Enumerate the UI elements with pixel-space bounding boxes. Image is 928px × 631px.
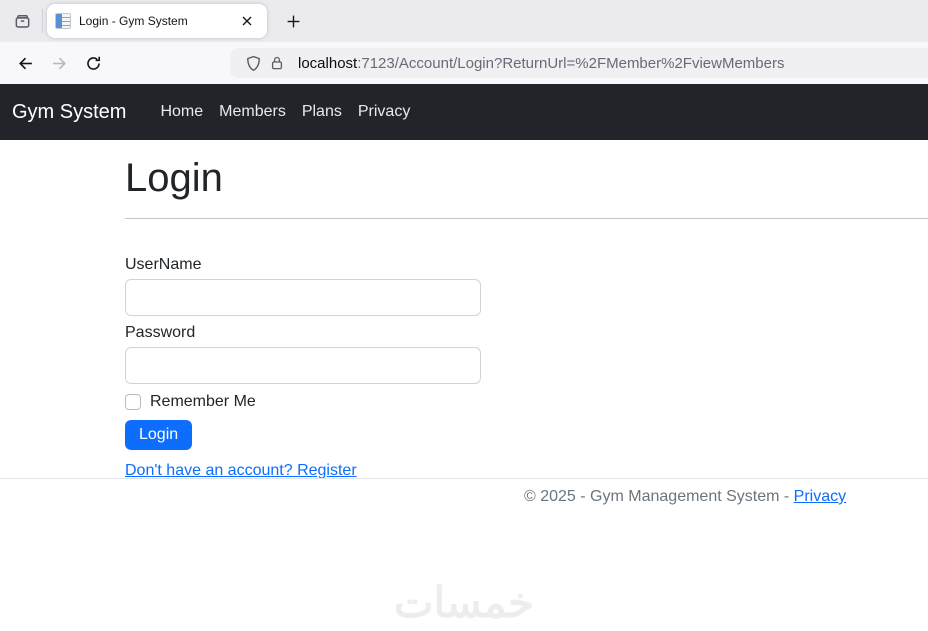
- navbar-links: Home Members Plans Privacy: [152, 95, 418, 129]
- forward-arrow-icon: [51, 55, 68, 72]
- url-text: localhost:7123/Account/Login?ReturnUrl=%…: [298, 55, 784, 72]
- username-input[interactable]: [125, 279, 481, 316]
- khamsat-watermark: خمسات: [393, 579, 535, 626]
- copyright-text: © 2025 - Gym Management System -: [524, 488, 790, 505]
- url-host: localhost: [298, 54, 358, 72]
- app-navbar: Gym System Home Members Plans Privacy: [0, 84, 928, 140]
- forward-button[interactable]: [42, 46, 76, 80]
- browser-tab[interactable]: Login - Gym System: [47, 4, 267, 38]
- remember-me-label: Remember Me: [150, 393, 256, 410]
- nav-link-home[interactable]: Home: [152, 95, 211, 129]
- login-form: UserName Password Remember Me Login Don'…: [125, 256, 481, 480]
- username-label: UserName: [125, 256, 202, 273]
- back-arrow-icon: [17, 55, 34, 72]
- browser-tab-bar: Login - Gym System: [0, 0, 928, 42]
- title-divider: [125, 218, 928, 219]
- lock-icon[interactable]: [265, 51, 289, 75]
- tabbar-separator: [42, 9, 43, 33]
- close-icon: [241, 15, 253, 27]
- footer-privacy-link[interactable]: Privacy: [794, 488, 846, 505]
- plus-icon: [286, 14, 301, 29]
- new-tab-button[interactable]: [277, 5, 309, 37]
- page-title: Login: [125, 156, 223, 200]
- footer-text: © 2025 - Gym Management System - Privacy: [524, 488, 928, 506]
- back-button[interactable]: [8, 46, 42, 80]
- nav-link-privacy[interactable]: Privacy: [350, 95, 418, 129]
- reload-icon: [85, 55, 102, 72]
- reload-button[interactable]: [76, 46, 110, 80]
- page-footer: © 2025 - Gym Management System - Privacy: [0, 478, 928, 506]
- tab-title: Login - Gym System: [79, 14, 188, 28]
- browser-toolbar: localhost:7123/Account/Login?ReturnUrl=%…: [0, 42, 928, 84]
- url-bar[interactable]: localhost:7123/Account/Login?ReturnUrl=%…: [230, 48, 928, 78]
- nav-link-members[interactable]: Members: [211, 95, 294, 129]
- url-path: :7123/Account/Login?ReturnUrl=%2FMember%…: [357, 54, 785, 72]
- site-favicon-icon: [55, 13, 71, 29]
- main-content: Login UserName Password Remember Me Logi…: [0, 140, 928, 480]
- sidebar-tabs-button[interactable]: [6, 5, 38, 37]
- remember-me-checkbox[interactable]: [125, 394, 141, 410]
- login-button[interactable]: Login: [125, 420, 193, 450]
- nav-link-plans[interactable]: Plans: [294, 95, 350, 129]
- sidebar-tabs-icon: [14, 13, 31, 30]
- shield-icon[interactable]: [241, 51, 265, 75]
- password-label: Password: [125, 324, 196, 341]
- tab-close-button[interactable]: [235, 9, 259, 33]
- password-input[interactable]: [125, 347, 481, 384]
- navbar-brand[interactable]: Gym System: [12, 101, 126, 124]
- remember-me-row: Remember Me: [125, 393, 481, 411]
